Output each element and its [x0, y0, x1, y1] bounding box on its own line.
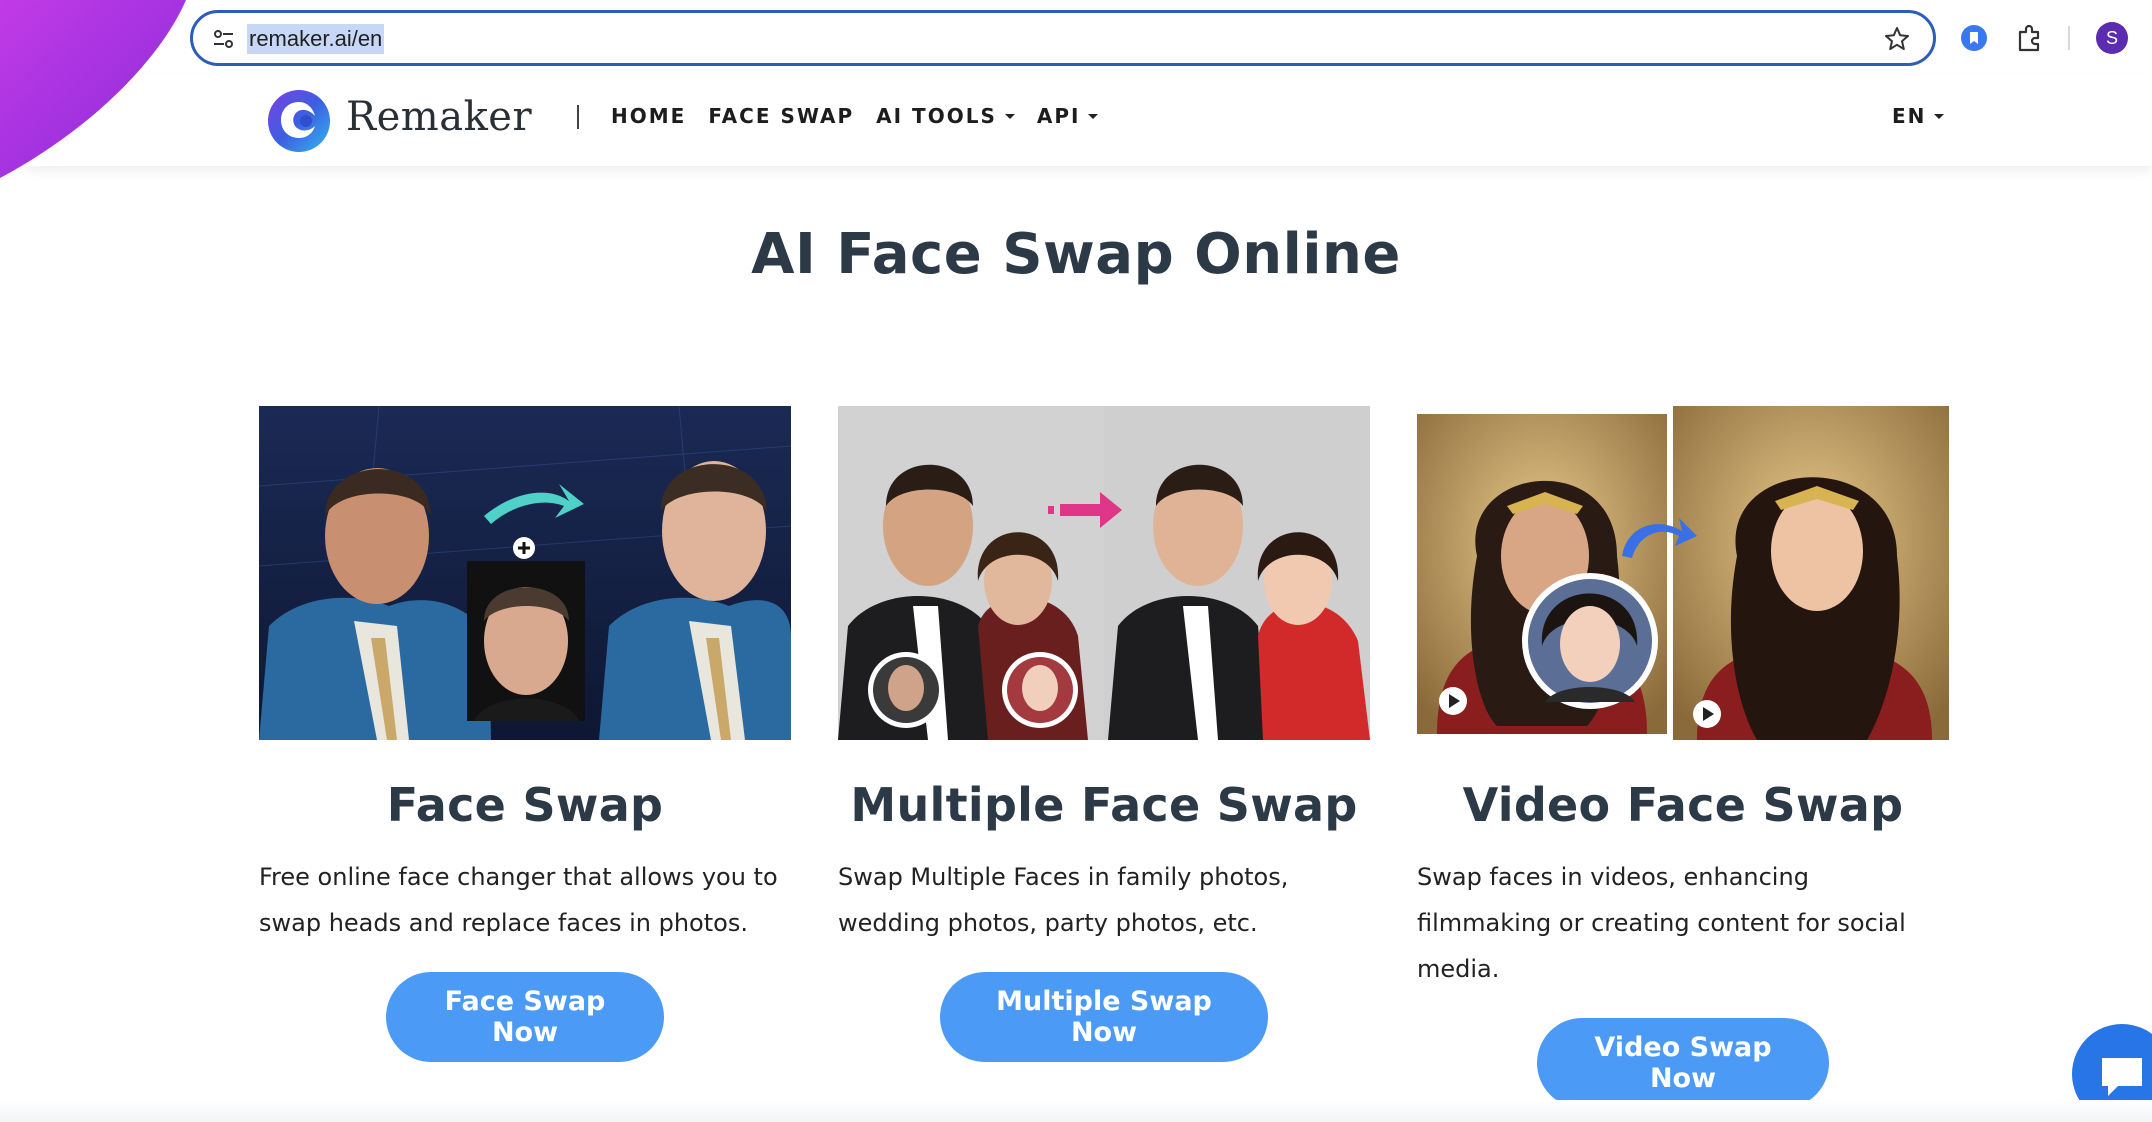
multiple-face-swap-preview-image — [838, 406, 1370, 740]
brand-name[interactable]: Remaker — [346, 94, 532, 140]
profile-avatar[interactable]: S — [2096, 22, 2128, 54]
chevron-down-icon — [1088, 113, 1099, 119]
video-swap-now-button[interactable]: Video Swap Now — [1537, 1018, 1829, 1108]
language-label: EN — [1892, 104, 1927, 128]
site-header: Remaker HOME FACE SWAP AI TOOLS API EN — [26, 74, 2152, 166]
nav-ai-tools-label: AI TOOLS — [876, 104, 997, 128]
chevron-down-icon — [1934, 113, 1945, 119]
extensions-puzzle-icon[interactable] — [2014, 22, 2046, 54]
remaker-logo-icon[interactable] — [266, 88, 332, 154]
face-swap-preview-image — [258, 405, 792, 741]
nav-divider — [577, 105, 579, 129]
page-title: AI Face Swap Online — [751, 222, 1401, 287]
feature-card-multiple-face-swap: Multiple Face Swap Swap Multiple Faces i… — [838, 406, 1370, 1062]
feature-card-face-swap: Face Swap Free online face changer that … — [258, 405, 792, 1062]
url-text[interactable]: remaker.ai/en — [247, 24, 385, 54]
language-selector[interactable]: EN — [1892, 104, 1945, 128]
feature-card-video-face-swap: Video Face Swap Swap faces in videos, en… — [1417, 406, 1949, 1108]
face-swap-now-button[interactable]: Face Swap Now — [386, 972, 664, 1062]
card-description: Swap Multiple Faces in family photos, we… — [838, 863, 1289, 937]
nav-ai-tools[interactable]: AI TOOLS — [876, 104, 1015, 128]
nav-api-label: API — [1036, 104, 1081, 128]
extension-bookmark-icon[interactable] — [1960, 24, 1988, 52]
browser-toolbar: remaker.ai/en S — [0, 0, 2152, 74]
page-bottom-edge — [0, 1100, 2152, 1122]
nav-face-swap[interactable]: FACE SWAP — [708, 104, 854, 128]
card-title: Video Face Swap — [1462, 778, 1904, 832]
multiple-swap-now-button[interactable]: Multiple Swap Now — [940, 972, 1268, 1062]
main-nav: HOME FACE SWAP AI TOOLS API — [611, 104, 1120, 128]
site-settings-icon[interactable] — [211, 26, 237, 52]
nav-home[interactable]: HOME — [611, 104, 686, 128]
address-bar[interactable]: remaker.ai/en — [190, 10, 1936, 66]
bookmark-star-icon[interactable] — [1883, 25, 1911, 53]
video-face-swap-preview-image — [1417, 406, 1949, 740]
chevron-down-icon — [1004, 113, 1015, 119]
card-title: Face Swap — [386, 778, 664, 832]
nav-api[interactable]: API — [1037, 104, 1099, 128]
nav-home-label: HOME — [611, 104, 687, 128]
card-description: Free online face changer that allows you… — [259, 863, 778, 937]
card-title: Multiple Face Swap — [850, 778, 1358, 832]
nav-face-swap-label: FACE SWAP — [708, 104, 855, 128]
toolbar-divider — [2068, 26, 2070, 50]
desktop-swoosh-decoration — [0, 0, 186, 178]
card-description: Swap faces in videos, enhancing filmmaki… — [1417, 863, 1906, 983]
